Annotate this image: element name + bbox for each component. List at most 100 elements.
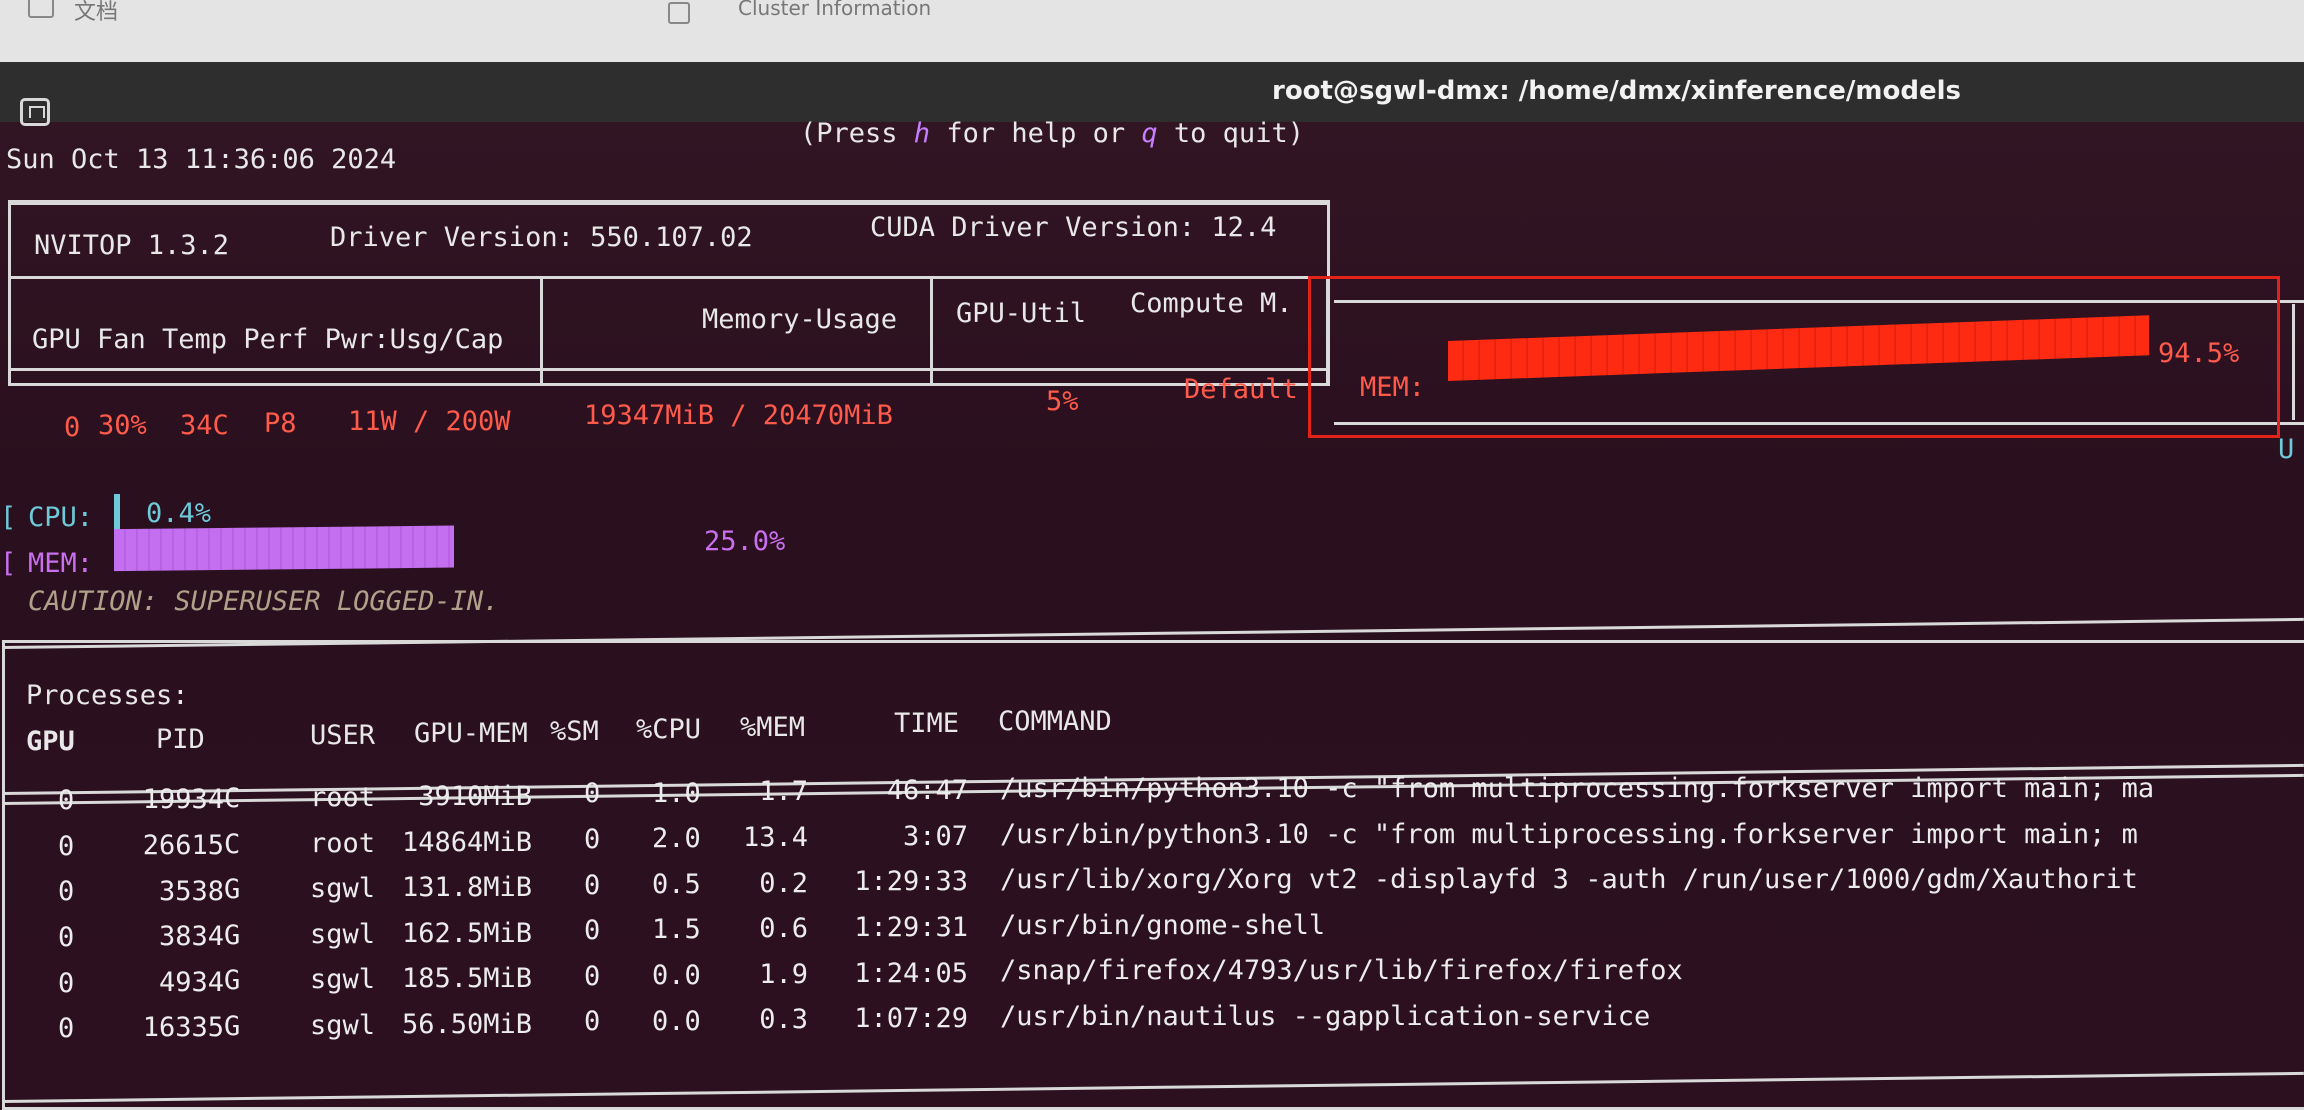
gpu-mem-percent: 94.5% — [2158, 338, 2240, 369]
column-header-gpu-main: GPU Fan Temp Perf Pwr:Usg/Cap — [32, 324, 504, 355]
column-header-gpu-util: GPU-Util — [956, 298, 1087, 329]
process-type: C — [224, 828, 241, 860]
process-gpu: 0 — [58, 922, 75, 954]
host-mem-value: 25.0% — [704, 526, 786, 557]
process-cpu: 1.5 — [652, 914, 701, 946]
process-gpu-mem: 56.50MiB — [401, 1009, 532, 1041]
new-tab-icon[interactable] — [20, 98, 50, 126]
divider — [8, 276, 1330, 279]
cpu-bar — [114, 494, 120, 532]
process-gpu-mem: 14864MiB — [401, 826, 532, 858]
process-user: sgwl — [310, 873, 376, 905]
process-cpu: 0.0 — [652, 1005, 701, 1037]
process-gpu-mem: 3910MiB — [418, 781, 532, 813]
process-header-mem: %MEM — [740, 712, 806, 743]
process-pid: 3538 — [158, 875, 224, 907]
divider — [2292, 304, 2295, 420]
process-pid: 3834 — [158, 921, 224, 953]
compute-mode: Default — [1184, 374, 1298, 405]
process-header-pid: PID — [156, 724, 205, 755]
process-header-gpu: GPU — [26, 726, 75, 757]
gpu-index: 0 — [64, 412, 81, 443]
process-type: C — [224, 783, 241, 815]
process-pid: 19934 — [142, 784, 224, 816]
process-mem: 1.7 — [759, 776, 808, 808]
terminal-titlebar: root@sgwl-dmx: /home/dmx/xinference/mode… — [0, 62, 2304, 122]
cpu-bracket: [ — [0, 502, 17, 533]
cut-off-text: U — [2278, 434, 2295, 465]
processes-title: Processes: — [26, 680, 189, 711]
nvitop-version: NVITOP 1.3.2 — [34, 230, 230, 261]
process-sm: 0 — [584, 869, 601, 901]
gpu-power: 11W / 200W — [348, 406, 511, 437]
process-command: /usr/bin/python3.10 -c "from multiproces… — [1000, 773, 2155, 804]
process-user: root — [310, 781, 376, 813]
process-gpu: 0 — [58, 876, 75, 908]
process-sm: 0 — [584, 824, 601, 855]
help-hint: (Press h for help or q to quit) — [800, 118, 1304, 149]
gpu-memory-usage: 19347MiB / 20470MiB — [584, 400, 893, 431]
process-time: 3:07 — [902, 820, 968, 852]
process-time: 1:29:31 — [854, 911, 968, 943]
terminal-window: root@sgwl-dmx: /home/dmx/xinference/mode… — [0, 62, 2304, 1110]
process-gpu: 0 — [58, 967, 75, 999]
quit-key: q — [1141, 118, 1158, 149]
process-cpu: 2.0 — [652, 823, 701, 855]
process-user: sgwl — [310, 1009, 376, 1041]
gpu-util: 5% — [1046, 386, 1079, 417]
process-command: /snap/firefox/4793/usr/lib/firefox/firef… — [1000, 955, 1683, 987]
process-header-sm: %SM — [550, 716, 599, 747]
process-type: G — [224, 1011, 241, 1043]
process-user: sgwl — [310, 964, 376, 996]
process-gpu-mem: 162.5MiB — [401, 917, 532, 949]
process-gpu: 0 — [58, 830, 75, 862]
process-sm: 0 — [584, 915, 601, 947]
process-user: sgwl — [310, 918, 376, 950]
driver-version: Driver Version: 550.107.02 — [330, 222, 753, 253]
process-pid: 16335 — [142, 1012, 224, 1044]
process-command: /usr/lib/xorg/Xorg vt2 -displayfd 3 -aut… — [1000, 864, 2138, 896]
document-icon — [28, 0, 54, 18]
process-mem: 0.2 — [759, 867, 808, 899]
process-gpu: 0 — [58, 785, 75, 817]
mem-bracket: [ — [0, 548, 17, 579]
help-key: h — [913, 118, 931, 149]
help-text: to quit) — [1157, 118, 1304, 149]
process-header-user: USER — [310, 720, 376, 751]
desktop-item-documents[interactable]: 文档 — [74, 0, 118, 26]
process-type: G — [224, 965, 241, 997]
host-mem-label: MEM: — [28, 548, 94, 579]
process-sm: 0 — [584, 960, 601, 992]
process-command: /usr/bin/gnome-shell — [1000, 909, 1326, 941]
superuser-caution: CAUTION: SUPERUSER LOGGED-IN. — [28, 586, 500, 617]
process-time: 46:47 — [886, 775, 968, 807]
divider — [8, 202, 1330, 205]
process-header-time: TIME — [894, 708, 960, 739]
gpu-mem-label: MEM: — [1360, 372, 1426, 403]
process-gpu-mem: 131.8MiB — [401, 872, 532, 904]
process-header-gpumem: GPU-MEM — [414, 718, 528, 749]
process-cpu: 1.0 — [652, 777, 701, 809]
process-mem: 13.4 — [742, 822, 808, 854]
help-text: (Press — [800, 118, 914, 149]
column-header-compute: Compute M. — [1130, 288, 1293, 319]
process-time: 1:24:05 — [854, 957, 968, 989]
process-header-cpu: %CPU — [636, 714, 702, 745]
process-time: 1:29:33 — [854, 866, 968, 898]
cpu-label: CPU: — [28, 502, 94, 533]
process-sm: 0 — [584, 778, 601, 810]
process-type: G — [224, 919, 241, 951]
gpu-temp: 34C — [180, 410, 229, 441]
process-command: /usr/bin/python3.10 -c "from multiproces… — [1000, 818, 2138, 850]
column-header-memory: Memory-Usage — [702, 304, 898, 335]
help-text: for help or — [930, 118, 1142, 149]
process-pid: 4934 — [158, 966, 224, 998]
process-mem: 1.9 — [759, 958, 808, 990]
process-cpu: 0.0 — [652, 959, 701, 991]
desktop-background: 文档 Cluster Information — [0, 0, 2304, 70]
process-mem: 0.3 — [759, 1004, 808, 1036]
divider — [930, 278, 933, 384]
process-cpu: 0.5 — [652, 868, 701, 900]
desktop-item-cluster-information[interactable]: Cluster Information — [738, 0, 931, 20]
process-sm: 0 — [584, 1006, 601, 1038]
